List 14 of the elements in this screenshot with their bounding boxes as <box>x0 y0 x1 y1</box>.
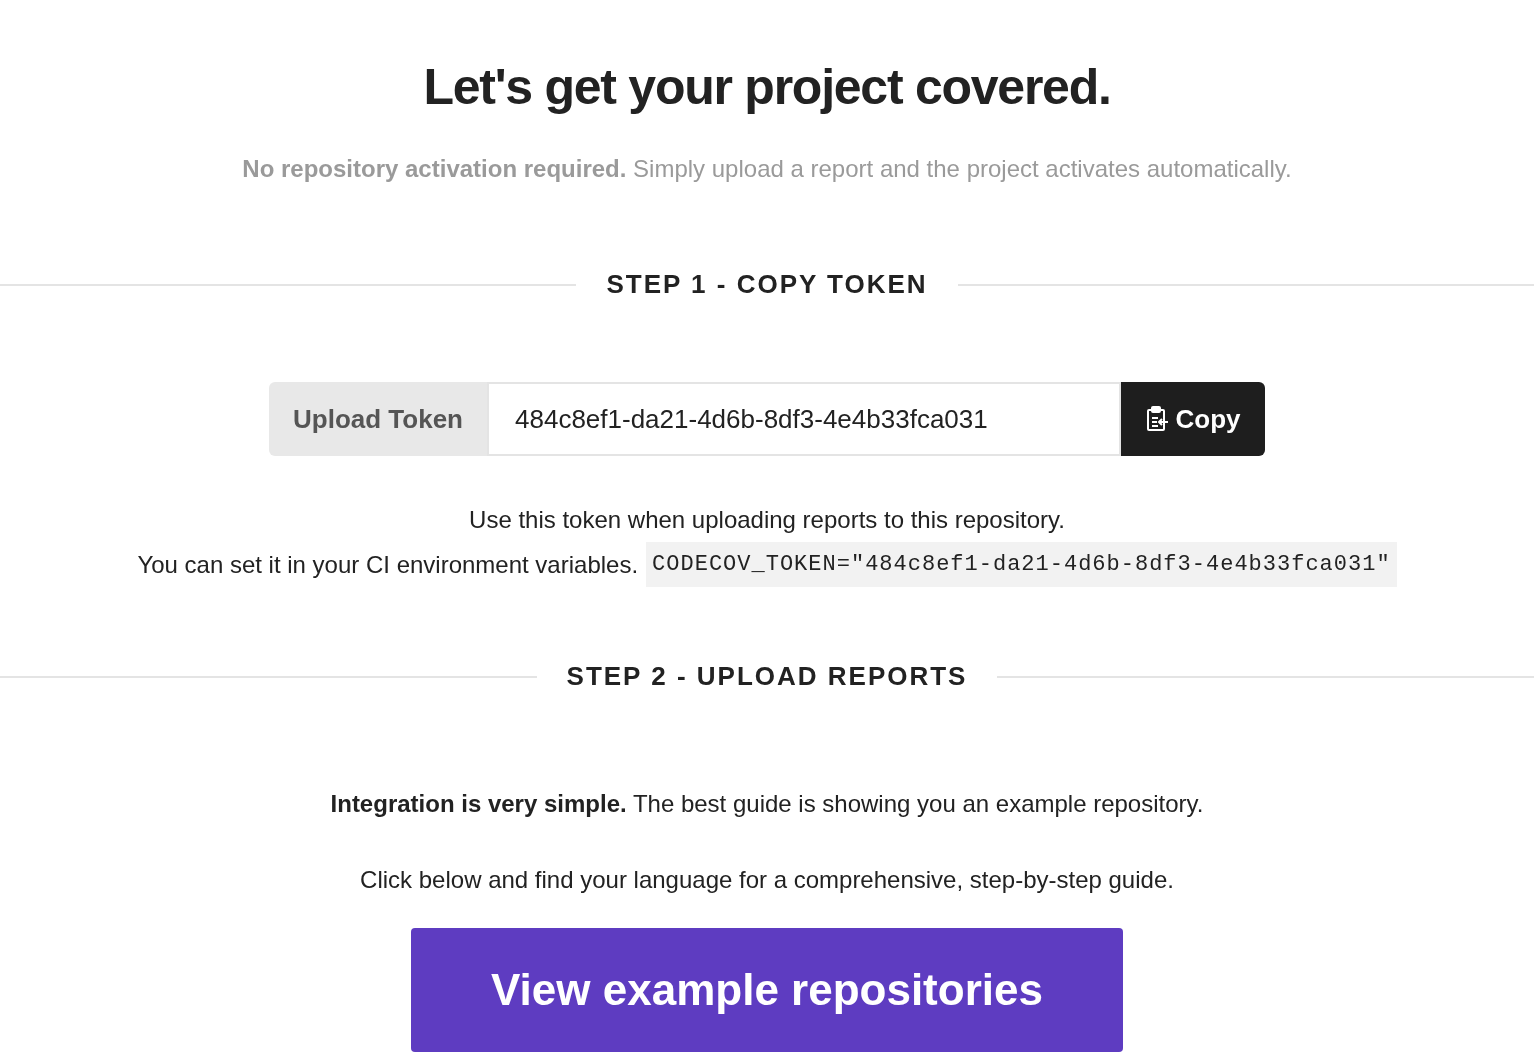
section-heading: STEP 2 - UPLOAD REPORTS <box>566 660 968 693</box>
subtitle: No repository activation required. Simply upload a report and the project activates automatically. <box>242 154 1292 184</box>
clipboard-icon <box>1145 406 1170 432</box>
page-title: Let's get your project covered. <box>423 58 1111 117</box>
token-field[interactable]: 484c8ef1-da21-4d6b-8df3-4e4b33fca031 <box>487 382 1121 456</box>
token-label: Upload Token <box>269 382 487 456</box>
body-text: Click below and find your language for a comprehensive, step-by-step guide. <box>360 865 1174 895</box>
env-variable-code: CODECOV_TOKEN="484c8ef1-da21-4d6b-8df3-4e4b33fca031" <box>646 542 1397 587</box>
help-text: You can set it in your CI environment variables. <box>137 549 639 580</box>
help-text: Use this token when uploading reports to this repository. <box>469 505 1065 535</box>
section-heading: STEP 1 - COPY TOKEN <box>606 268 928 301</box>
copy-button[interactable]: Copy <box>1121 382 1265 456</box>
body-text: Integration is very simple. The best guide is showing you an example repository. <box>330 789 1204 819</box>
view-examples-button[interactable]: View example repositories <box>411 928 1123 1052</box>
